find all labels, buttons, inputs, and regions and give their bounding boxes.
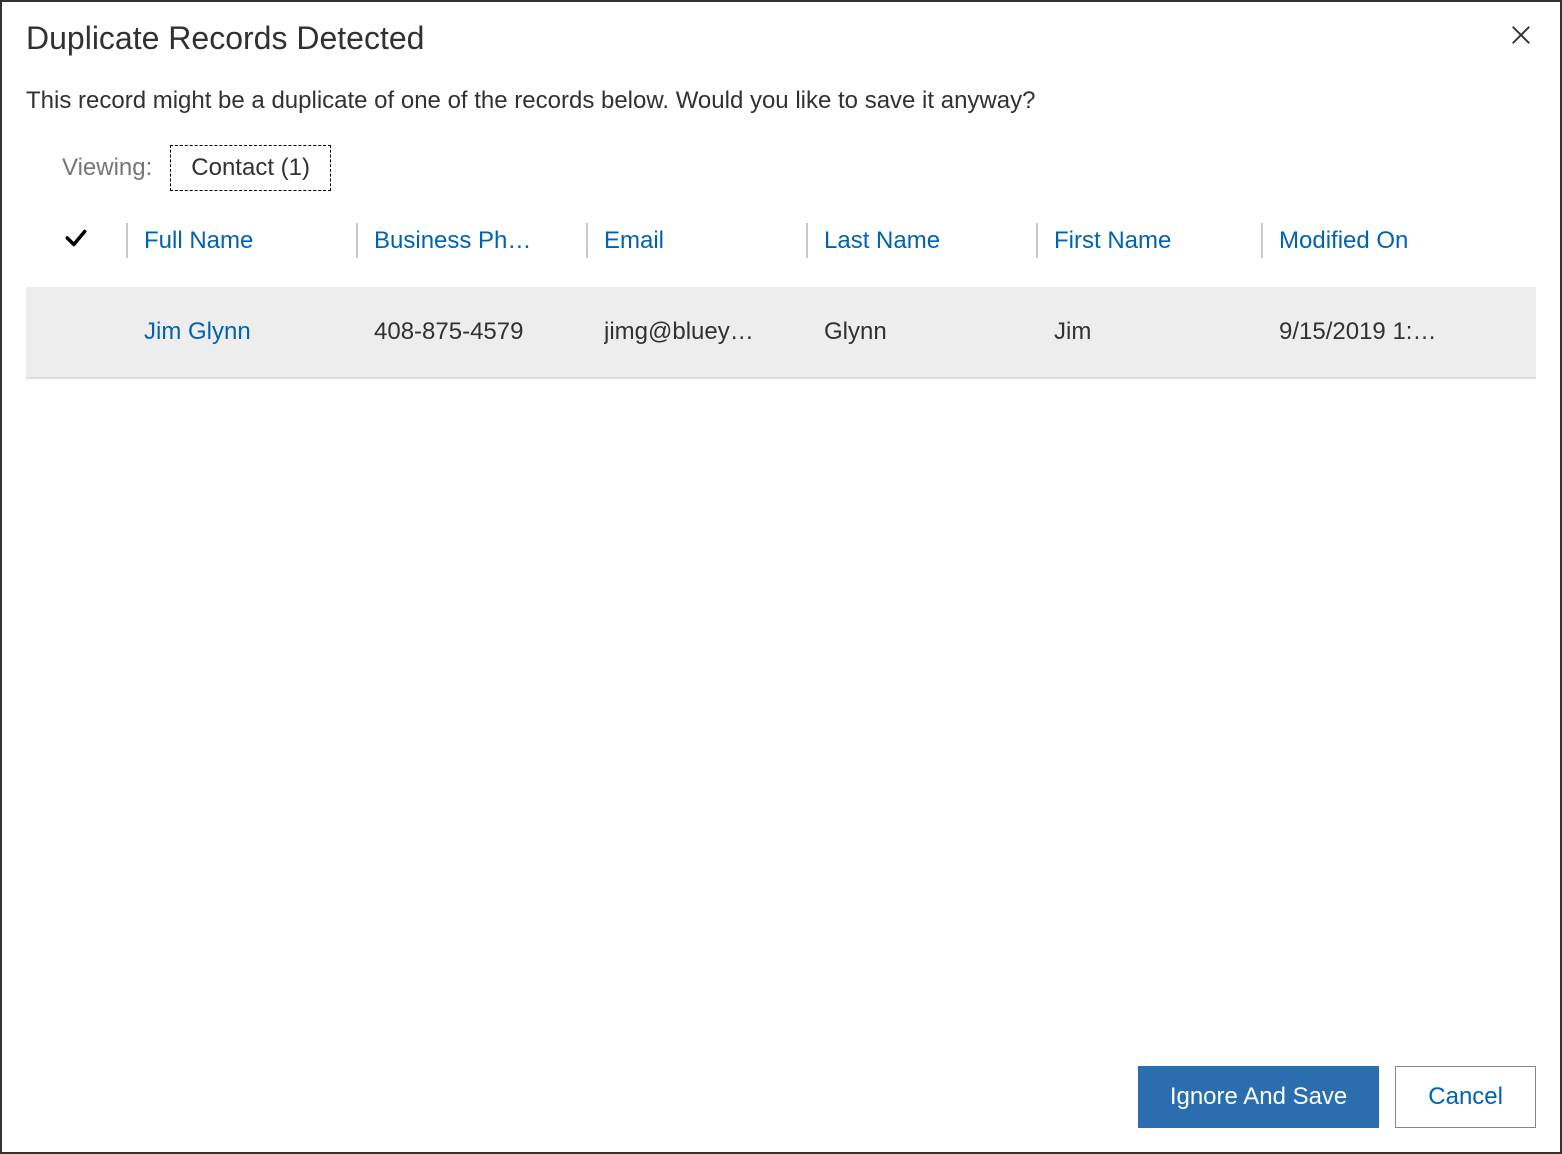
cell-value: Jim [1054, 318, 1091, 346]
close-button[interactable] [1506, 20, 1536, 55]
column-divider [1036, 223, 1038, 258]
table-row[interactable]: Jim Glynn 408-875-4579 jimg@bluey… Glynn… [26, 287, 1536, 377]
cell-firstname: Jim [1036, 318, 1261, 346]
column-header-fullname[interactable]: Full Name [126, 213, 356, 268]
column-divider [586, 223, 588, 258]
close-icon [1510, 33, 1532, 50]
duplicate-records-dialog: Duplicate Records Detected This record m… [0, 0, 1562, 1154]
column-header-business-phone[interactable]: Business Ph… [356, 213, 586, 268]
cell-fullname[interactable]: Jim Glynn [126, 318, 356, 346]
dialog-message: This record might be a duplicate of one … [2, 67, 1560, 145]
column-divider [806, 223, 808, 258]
fullname-link[interactable]: Jim Glynn [144, 318, 251, 346]
grid-divider [26, 377, 1536, 379]
column-label: Email [604, 227, 664, 255]
column-label: Business Ph… [374, 227, 531, 255]
grid: Full Name Business Ph… Email Last Name F… [2, 213, 1560, 379]
cell-value: Glynn [824, 318, 887, 346]
dialog-header: Duplicate Records Detected [2, 2, 1560, 67]
column-divider [356, 223, 358, 258]
dialog-footer: Ignore And Save Cancel [2, 1066, 1560, 1152]
column-label: Modified On [1279, 227, 1408, 255]
viewing-tab-contact[interactable]: Contact (1) [170, 145, 331, 191]
cell-modified-on: 9/15/2019 1:… [1261, 318, 1536, 346]
column-divider [1261, 223, 1263, 258]
cancel-button[interactable]: Cancel [1395, 1066, 1536, 1128]
cell-email: jimg@bluey… [586, 318, 806, 346]
viewing-label: Viewing: [62, 154, 152, 182]
cell-lastname: Glynn [806, 318, 1036, 346]
column-header-lastname[interactable]: Last Name [806, 213, 1036, 268]
column-header-firstname[interactable]: First Name [1036, 213, 1261, 268]
column-header-select[interactable] [26, 213, 126, 268]
viewing-row: Viewing: Contact (1) [2, 145, 1560, 213]
column-divider [126, 223, 128, 258]
column-label: Last Name [824, 227, 940, 255]
cell-value: jimg@bluey… [604, 318, 754, 346]
dialog-title: Duplicate Records Detected [26, 20, 424, 57]
ignore-and-save-button[interactable]: Ignore And Save [1138, 1066, 1379, 1128]
grid-header-row: Full Name Business Ph… Email Last Name F… [26, 213, 1536, 269]
cell-business-phone: 408-875-4579 [356, 318, 586, 346]
cell-value: 9/15/2019 1:… [1279, 318, 1436, 346]
column-header-email[interactable]: Email [586, 213, 806, 268]
cell-value: 408-875-4579 [374, 318, 523, 346]
column-header-modified-on[interactable]: Modified On [1261, 213, 1536, 268]
checkmark-icon [63, 225, 89, 256]
column-label: First Name [1054, 227, 1171, 255]
column-label: Full Name [144, 227, 253, 255]
